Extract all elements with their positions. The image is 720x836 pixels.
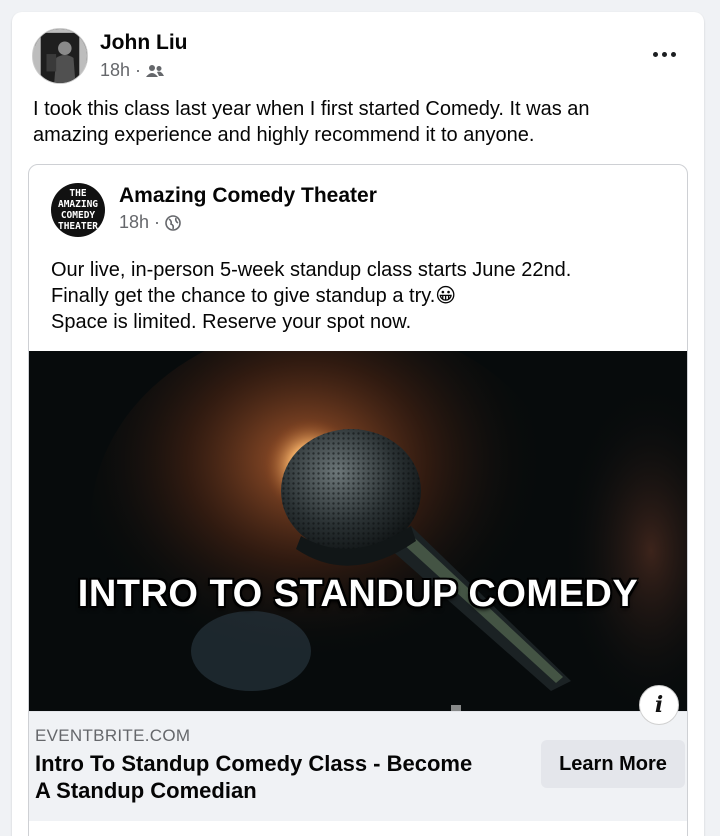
post-text: I took this class last year when I first…: [33, 96, 693, 148]
meta-separator: ·: [154, 212, 161, 232]
link-domain: EVENTBRITE.COM: [35, 726, 191, 745]
logo-text: THEATER: [57, 221, 99, 232]
post-text-line: amazing experience and highly recommend …: [33, 124, 535, 146]
friends-icon: [146, 64, 165, 77]
post-meta: 18h ·: [100, 60, 165, 81]
more-dot-icon: [652, 51, 658, 57]
more-dot-icon: [670, 51, 676, 57]
post-text-line: I took this class last year when I first…: [33, 98, 590, 120]
more-options-button[interactable]: [646, 42, 682, 66]
ad-info-button[interactable]: i: [639, 685, 679, 725]
link-title-line: Intro To Standup Comedy Class - Become: [35, 751, 473, 776]
more-dot-icon: [661, 51, 667, 57]
post-card: John Liu 18h · I took this class last ye…: [12, 12, 704, 836]
shared-post-text: Our live, in-person 5-week standup class…: [51, 257, 671, 335]
shared-post-time[interactable]: 18h: [119, 212, 149, 233]
page-name[interactable]: Amazing Comedy Theater: [119, 184, 377, 208]
page-logo[interactable]: THE AMAZING COMEDY THEATER: [51, 183, 105, 237]
logo-text: THE: [69, 188, 87, 199]
author-avatar[interactable]: [32, 28, 88, 84]
shared-post: THE AMAZING COMEDY THEATER Amazing Comed…: [28, 164, 688, 836]
shared-text-line: Our live, in-person 5-week standup class…: [51, 259, 572, 281]
meta-separator: ·: [135, 60, 142, 80]
ad-image[interactable]: INTRO TO STANDUP COMEDY: [29, 351, 687, 711]
post-time[interactable]: 18h: [100, 60, 130, 81]
shared-post-meta: 18h ·: [119, 212, 181, 233]
shared-text-line: Space is limited. Reserve your spot now.: [51, 311, 412, 333]
learn-more-button[interactable]: Learn More: [541, 740, 685, 788]
shared-text-line: Finally get the chance to give standup a…: [51, 285, 457, 307]
ad-image-caption: INTRO TO STANDUP COMEDY: [77, 573, 639, 615]
post-header: John Liu 18h ·: [32, 28, 692, 88]
logo-text: AMAZING: [57, 199, 99, 210]
author-name[interactable]: John Liu: [100, 31, 188, 55]
link-title-line: A Standup Comedian: [35, 778, 257, 803]
link-title: Intro To Standup Comedy Class - Become A…: [35, 750, 515, 804]
globe-icon: [165, 214, 181, 231]
info-icon: i: [654, 692, 664, 718]
link-preview[interactable]: EVENTBRITE.COM Intro To Standup Comedy C…: [29, 711, 687, 821]
logo-text: COMEDY: [60, 210, 96, 221]
